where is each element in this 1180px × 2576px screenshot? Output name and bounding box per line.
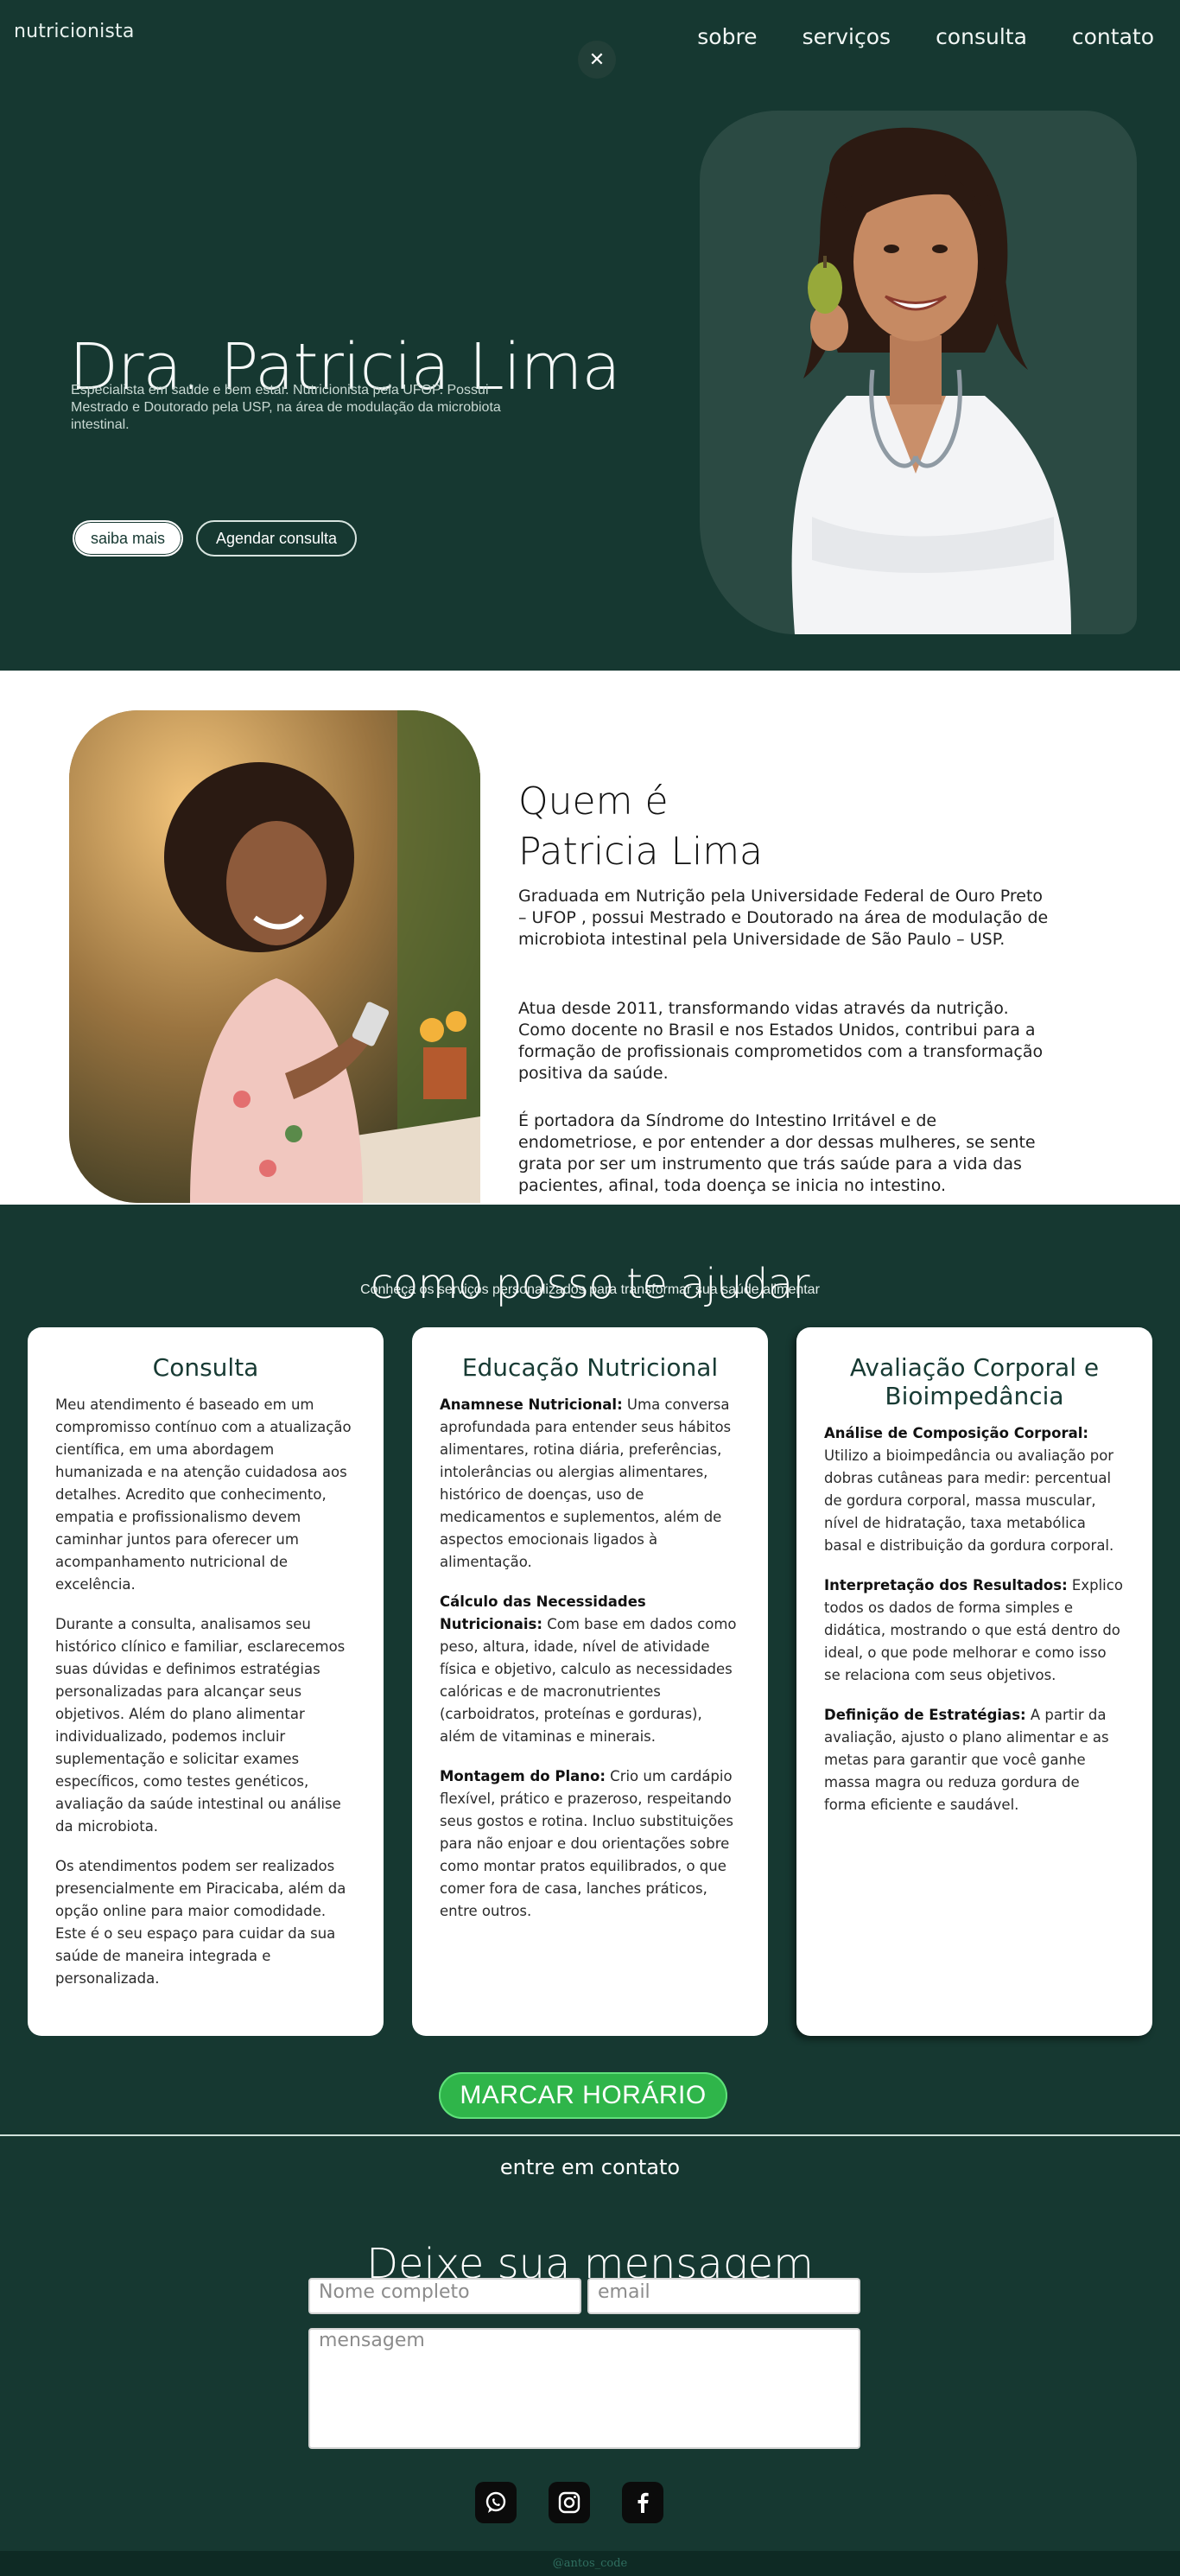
service-card-text: Interpretação dos Resultados: Explico to… [824,1574,1125,1687]
service-item-body: Utilizo a bioimpedância ou avaliação por… [824,1447,1114,1554]
contact-section: entre em contato Deixe sua mensagem Nome… [0,2134,1180,2551]
nav-link-consulta[interactable]: consulta [936,24,1027,49]
about-title: Quem é Patricia Lima [518,777,763,877]
service-item-heading: Anamnese Nutricional: [440,1396,623,1413]
nav-link-contato[interactable]: contato [1072,24,1154,49]
nav-link-sobre[interactable]: sobre [697,24,757,49]
more-info-button[interactable]: saiba mais [73,520,183,557]
instagram-icon [558,2491,580,2514]
service-card-text: Durante a consulta, analisamos seu histó… [55,1616,346,1835]
instagram-link[interactable] [549,2482,590,2523]
brand-logo[interactable]: nutricionista [14,21,135,42]
schedule-button[interactable]: Agendar consulta [196,520,357,557]
services-subtitle: Conheça os serviços personalizados para … [360,1282,820,1297]
service-card-text: Análise de Composição Corporal: Utilizo … [824,1422,1125,1557]
facebook-icon [638,2492,649,2513]
hero-description: Especialista em saúde e bem estar. Nutri… [71,383,501,432]
service-card-title: Consulta [152,1353,259,1382]
book-appointment-button[interactable]: MARCAR HORÁRIO [439,2072,727,2119]
service-item-heading: Análise de Composição Corporal: [824,1425,1088,1441]
service-item-body: Crio um cardápio flexível, prático e pra… [440,1768,734,1919]
close-icon: ✕ [588,48,606,70]
service-card-text: Anamnese Nutricional: Uma conversa aprof… [440,1394,740,1574]
about-photo [69,710,480,1203]
service-card-text: Meu atendimento é baseado em um compromi… [55,1396,352,1593]
service-card-text: Cálculo das Necessidades Nutricionais: C… [440,1591,740,1748]
service-card-consulta: Consulta Meu atendimento é baseado em um… [28,1327,384,2036]
service-card-text: Montagem do Plano: Crio um cardápio flex… [440,1765,740,1923]
about-paragraph-education: Graduada em Nutrição pela Universidade F… [518,887,1049,949]
about-title-line1: Quem é [518,779,669,824]
footer-credit[interactable]: @antos_code [0,2551,1180,2576]
nutritionist-portrait [791,127,1071,634]
about-section: Quem é Patricia Lima Graduada em Nutriçã… [0,671,1180,1205]
service-item-heading: Montagem do Plano: [440,1768,606,1784]
service-item-heading: Definição de Estratégias: [824,1707,1026,1723]
whatsapp-link[interactable] [475,2482,517,2523]
whatsapp-icon [485,2491,506,2513]
nav-link-servicos[interactable]: serviços [803,24,891,49]
main-nav: sobre serviços consulta contato [652,24,1154,49]
woman-with-phone-photo [69,710,480,1203]
email-input[interactable]: email [587,2278,860,2314]
about-paragraph-career: Atua desde 2011, transformando vidas atr… [518,999,1044,1083]
service-item-body: Uma conversa aprofundada para entender s… [440,1396,732,1570]
close-button[interactable]: ✕ [578,41,616,79]
service-card-title: Educação Nutricional [461,1353,719,1382]
service-card-avaliacao: Avaliação Corporal e Bioimpedância Análi… [796,1327,1152,2036]
contact-kicker: entre em contato [499,2155,681,2179]
message-textarea[interactable]: mensagem [308,2328,860,2449]
service-card-text: Definição de Estratégias: A partir da av… [824,1704,1125,1816]
service-card-text: Os atendimentos podem ser realizados pre… [55,1858,346,1987]
services-section: como posso te ajudar Conheça os serviços… [0,1205,1180,2134]
about-title-line2: Patricia Lima [518,829,764,874]
service-item-body: Com base em dados como peso, altura, ida… [440,1616,737,1745]
hero-portrait-frame [700,111,1137,634]
name-input[interactable]: Nome completo [308,2278,581,2314]
about-paragraph-personal: É portadora da Síndrome do Intestino Irr… [518,1111,1036,1195]
facebook-link[interactable] [622,2482,663,2523]
hero-section: nutricionista sobre serviços consulta co… [0,0,1180,671]
service-card-educacao: Educação Nutricional Anamnese Nutriciona… [412,1327,768,2036]
service-card-title: Avaliação Corporal e Bioimpedância [849,1353,1100,1410]
service-item-heading: Interpretação dos Resultados: [824,1577,1068,1593]
